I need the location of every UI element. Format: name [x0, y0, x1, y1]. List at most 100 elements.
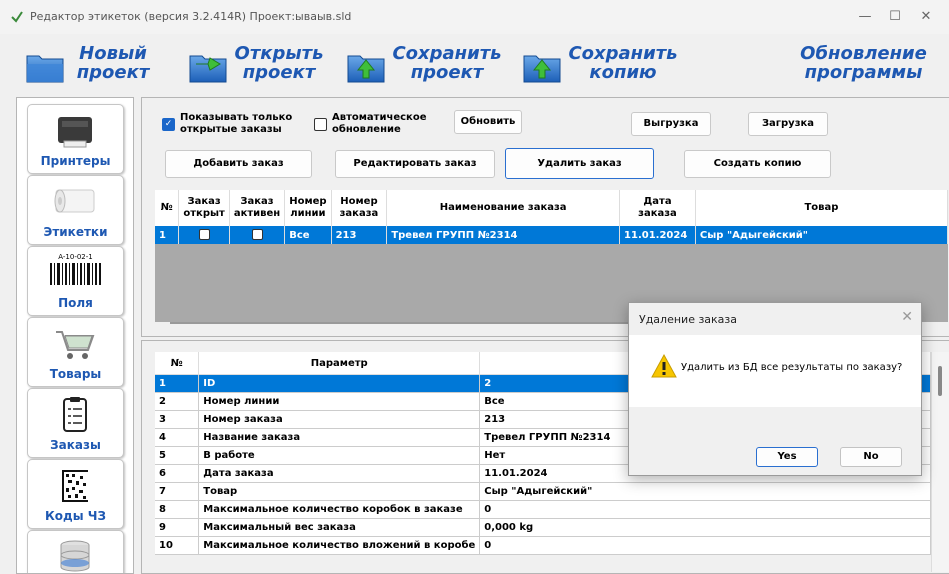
cell-param: Товар	[198, 482, 481, 501]
sidebar: Принтеры Этикетки A-10-02-1 Поля Товары …	[16, 97, 134, 574]
cell-product: Сыр "Адыгейский"	[695, 226, 949, 244]
show-only-open-label: Показывать только открытые заказы	[180, 112, 293, 135]
cell-value: 0,000 kg	[479, 518, 931, 537]
cell-param: Максимальное количество коробок в заказе	[198, 500, 481, 519]
delete-order-dialog: Удаление заказа ✕ Удалить из БД все резу…	[628, 302, 922, 476]
cell-param: Название заказа	[198, 428, 481, 447]
sidebar-item-labels[interactable]: Этикетки	[27, 175, 124, 245]
cell-value: 0	[479, 500, 931, 519]
cell-number: 6	[155, 464, 200, 483]
app-check-icon	[11, 11, 23, 23]
datamatrix-icon	[62, 470, 88, 502]
import-button[interactable]: Загрузка	[748, 112, 828, 136]
column-header[interactable]: Номер заказа	[331, 190, 388, 226]
label-roll-icon	[54, 189, 95, 213]
warning-icon	[651, 353, 677, 378]
cell-number: 10	[155, 536, 200, 555]
column-header[interactable]: Номер линии	[284, 190, 332, 226]
cell-order-open	[178, 226, 230, 244]
sidebar-item-cz-codes[interactable]: Коды ЧЗ	[27, 459, 124, 529]
column-header[interactable]: Товар	[695, 190, 949, 226]
open-project-label: Открыть проект	[234, 43, 324, 83]
cell-date: 11.01.2024	[619, 226, 696, 244]
cell-number: 4	[155, 428, 200, 447]
save-copy-folder-icon	[523, 55, 561, 83]
table-row[interactable]: 1 Все 213 Тревел ГРУПП №2314 11.01.2024 …	[155, 226, 949, 244]
cell-number: 5	[155, 446, 200, 465]
table-row[interactable]: 7 Товар Сыр "Адыгейский"	[155, 482, 931, 501]
cell-value: 0	[479, 536, 931, 555]
barcode-text: A-10-02-1	[58, 253, 93, 261]
sidebar-item-label: Заказы	[50, 438, 101, 452]
cell-param: В работе	[198, 446, 481, 465]
update-program-button[interactable]: Обновление программы	[796, 42, 931, 90]
sidebar-item-db[interactable]: БД	[27, 530, 124, 573]
delete-order-button[interactable]: Удалить заказ	[505, 148, 654, 179]
cell-number: 1	[155, 374, 200, 393]
cell-value: Сыр "Адыгейский"	[479, 482, 931, 501]
dialog-message: Удалить из БД все результаты по заказу?	[681, 362, 903, 373]
save-copy-label: Сохранить копию	[568, 43, 678, 83]
table-row[interactable]: 9 Максимальный вес заказа 0,000 kg	[155, 518, 931, 537]
new-project-label: Новый проект	[76, 43, 150, 83]
column-header[interactable]: Параметр	[198, 352, 481, 375]
show-only-open-checkbox[interactable]: ✓	[162, 118, 175, 131]
update-program-label: Обновление программы	[800, 43, 927, 83]
column-header[interactable]: Наименование заказа	[386, 190, 621, 226]
dialog-close-button[interactable]: ✕	[901, 309, 913, 325]
cell-param: Номер линии	[198, 392, 481, 411]
cell-number: 2	[155, 392, 200, 411]
refresh-button[interactable]: Обновить	[454, 110, 522, 134]
vertical-scrollbar[interactable]	[931, 352, 949, 572]
sidebar-item-label: Товары	[49, 367, 102, 381]
save-project-button[interactable]: Сохранить проект	[346, 42, 506, 90]
no-button[interactable]: No	[840, 447, 902, 467]
printer-icon	[58, 117, 92, 148]
create-copy-button[interactable]: Создать копию	[684, 150, 831, 178]
sidebar-item-label: Принтеры	[40, 154, 111, 168]
column-header[interactable]: Дата заказа	[619, 190, 696, 226]
column-header[interactable]: №	[155, 352, 200, 375]
dialog-title: Удаление заказа	[639, 313, 738, 326]
cell-number: 7	[155, 482, 200, 501]
auto-update-checkbox[interactable]	[314, 118, 327, 131]
sidebar-item-products[interactable]: Товары	[27, 317, 124, 387]
order-open-checkbox[interactable]	[198, 229, 210, 241]
folder-icon	[26, 55, 64, 83]
horizontal-scrollbar[interactable]	[170, 322, 640, 324]
cart-icon	[56, 331, 95, 359]
yes-button[interactable]: Yes	[756, 447, 818, 467]
cell-order-name: Тревел ГРУПП №2314	[386, 226, 621, 244]
column-header[interactable]: Заказ активен	[229, 190, 286, 226]
clipboard-icon	[63, 397, 87, 432]
sidebar-item-orders[interactable]: Заказы	[27, 388, 124, 458]
open-project-button[interactable]: Открыть проект	[188, 42, 328, 90]
close-button[interactable]: ✕	[903, 4, 949, 30]
orders-table: № Заказ открыт Заказ активен Номер линии Но…	[155, 190, 949, 244]
cell-number: 8	[155, 500, 200, 519]
dialog-body: Удалить из БД все результаты по заказу?	[629, 335, 921, 407]
cell-param: Максимальное количество вложений в короб…	[198, 536, 481, 555]
sidebar-item-label: Коды ЧЗ	[45, 509, 106, 523]
edit-order-button[interactable]: Редактировать заказ	[335, 150, 495, 178]
add-order-button[interactable]: Добавить заказ	[165, 150, 312, 178]
sidebar-item-fields[interactable]: A-10-02-1 Поля	[27, 246, 124, 316]
new-project-button[interactable]: Новый проект	[25, 42, 155, 90]
table-row[interactable]: 8 Максимальное количество коробок в заказ…	[155, 500, 931, 519]
column-header[interactable]: №	[155, 190, 180, 226]
cell-order-number: 213	[331, 226, 388, 244]
column-header[interactable]: Заказ открыт	[178, 190, 230, 226]
save-copy-button[interactable]: Сохранить копию	[522, 42, 682, 90]
window-title: Редактор этикеток (версия 3.2.414R) Прое…	[30, 10, 352, 23]
sidebar-item-label: Поля	[58, 296, 93, 310]
cell-number: 3	[155, 410, 200, 429]
sidebar-item-printers[interactable]: Принтеры	[27, 104, 124, 174]
orders-header-row: № Заказ открыт Заказ активен Номер линии Но…	[155, 190, 949, 226]
cell-param: Номер заказа	[198, 410, 481, 429]
order-active-checkbox[interactable]	[251, 229, 263, 241]
cell-param: Максимальный вес заказа	[198, 518, 481, 537]
table-row[interactable]: 10 Максимальное количество вложений в кор…	[155, 536, 931, 555]
cell-param: Дата заказа	[198, 464, 481, 483]
export-button[interactable]: Выгрузка	[631, 112, 711, 136]
scrollbar-thumb[interactable]	[938, 366, 942, 396]
